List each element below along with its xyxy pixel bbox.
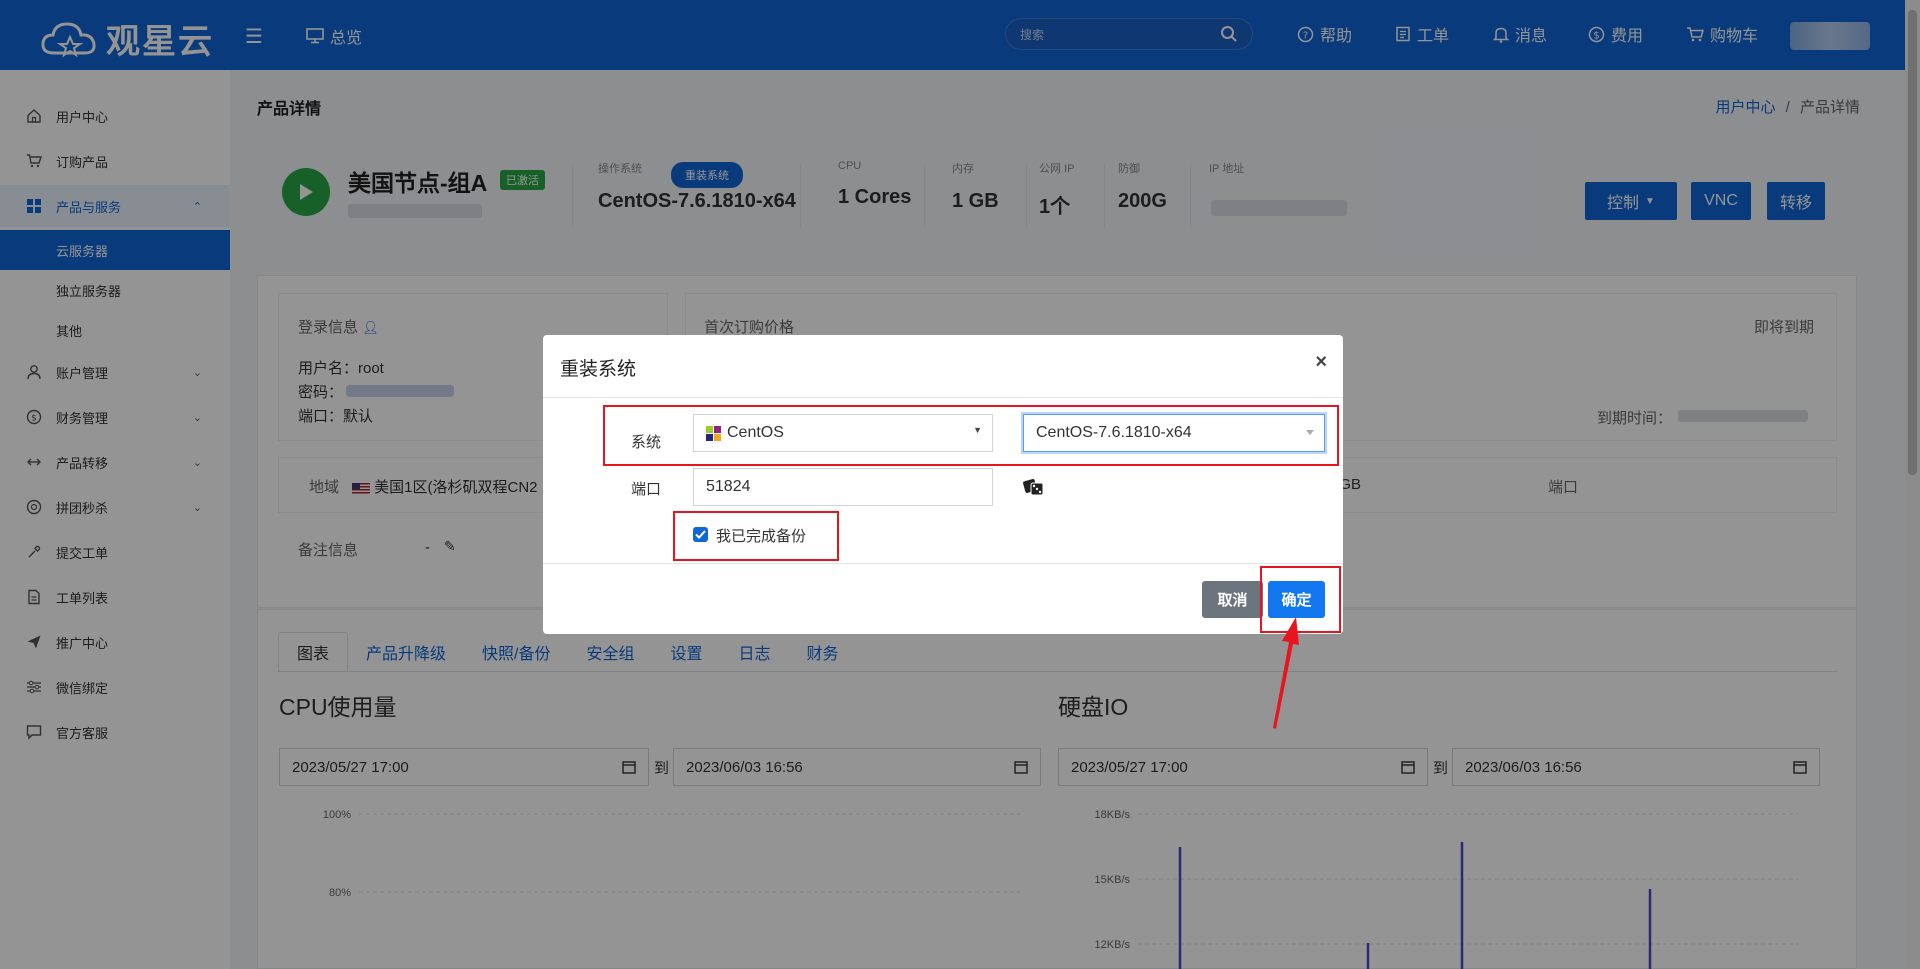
dice-random-icon[interactable] bbox=[1023, 477, 1045, 497]
annotation-arrow-icon bbox=[1273, 617, 1299, 729]
annotation-highlight-system bbox=[603, 405, 1339, 466]
annotation-highlight-backup bbox=[673, 511, 839, 561]
reinstall-modal: 重装系统 × 系统 CentOS ▼ CentOS-7.6.1810-x64 端… bbox=[543, 335, 1343, 634]
close-icon[interactable]: × bbox=[1315, 351, 1327, 374]
port-label: 端口 bbox=[631, 481, 662, 498]
cancel-button[interactable]: 取消 bbox=[1202, 581, 1263, 618]
modal-header: 重装系统 × bbox=[543, 335, 1343, 398]
modal-title: 重装系统 bbox=[560, 359, 637, 380]
modal-footer-divider bbox=[543, 563, 1343, 564]
port-input[interactable]: 51824 bbox=[693, 468, 993, 506]
